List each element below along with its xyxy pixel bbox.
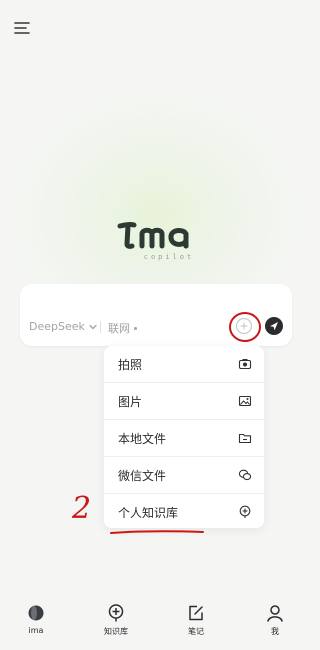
nav-item-me[interactable]: 我: [245, 596, 305, 650]
annotation-step-2: 2: [72, 491, 92, 526]
image-icon: [238, 395, 252, 407]
folder-icon: [238, 433, 252, 444]
model-selector[interactable]: DeepSeek: [29, 320, 98, 333]
menu-item-image[interactable]: 图片: [104, 383, 264, 419]
ima-icon: [28, 605, 44, 621]
nav-label: 知识库: [104, 627, 128, 636]
nav-item-notes[interactable]: 笔记: [166, 596, 226, 650]
menu-item-label: 拍照: [118, 357, 143, 372]
menu-item-local-file[interactable]: 本地文件: [104, 420, 264, 456]
profile-icon: [267, 605, 283, 622]
knowledge-base-icon: [108, 604, 124, 622]
logo-subtitle: copilot: [143, 253, 195, 261]
knowledge-base-icon: [239, 505, 251, 518]
menu-item-camera[interactable]: 拍照: [104, 346, 264, 382]
nav-item-knowledge-base[interactable]: 知识库: [86, 596, 146, 650]
wechat-icon: [238, 469, 252, 481]
menu-item-label: 图片: [118, 394, 143, 409]
status-dot: [134, 326, 137, 330]
send-button[interactable]: [264, 316, 284, 336]
note-icon: [189, 605, 203, 621]
web-toggle-label: 联网: [108, 322, 130, 335]
menu-item-label: 微信文件: [118, 468, 167, 483]
model-label: DeepSeek: [29, 320, 85, 333]
attach-menu: 拍照 图片 本地文件 微信文件 个人知识库: [104, 346, 264, 528]
nav-label: 我: [271, 627, 279, 636]
add-attachment-button[interactable]: [235, 317, 253, 335]
menu-item-label: 个人知识库: [118, 505, 179, 520]
chat-input-card[interactable]: DeepSeek 联网: [20, 284, 292, 346]
nav-label: 笔记: [188, 627, 204, 636]
nav-label: ima: [28, 626, 44, 635]
plus-circle-icon: [235, 317, 253, 335]
web-search-toggle[interactable]: 联网: [108, 320, 137, 336]
menu-icon: [14, 22, 30, 34]
screen: copilot 1 DeepSeek 联网: [0, 0, 312, 650]
bottom-navigation: ima 知识库 笔记 我: [0, 596, 312, 650]
chevron-down-icon: [89, 324, 97, 329]
menu-item-label: 本地文件: [118, 431, 167, 446]
camera-icon: [238, 359, 252, 370]
menu-item-wechat-file[interactable]: 微信文件: [104, 457, 264, 493]
divider: [100, 321, 101, 333]
nav-item-ima[interactable]: ima: [6, 596, 66, 650]
send-icon: [265, 317, 283, 335]
menu-item-personal-knowledge-base[interactable]: 个人知识库: [104, 494, 264, 530]
menu-button[interactable]: [12, 18, 34, 40]
